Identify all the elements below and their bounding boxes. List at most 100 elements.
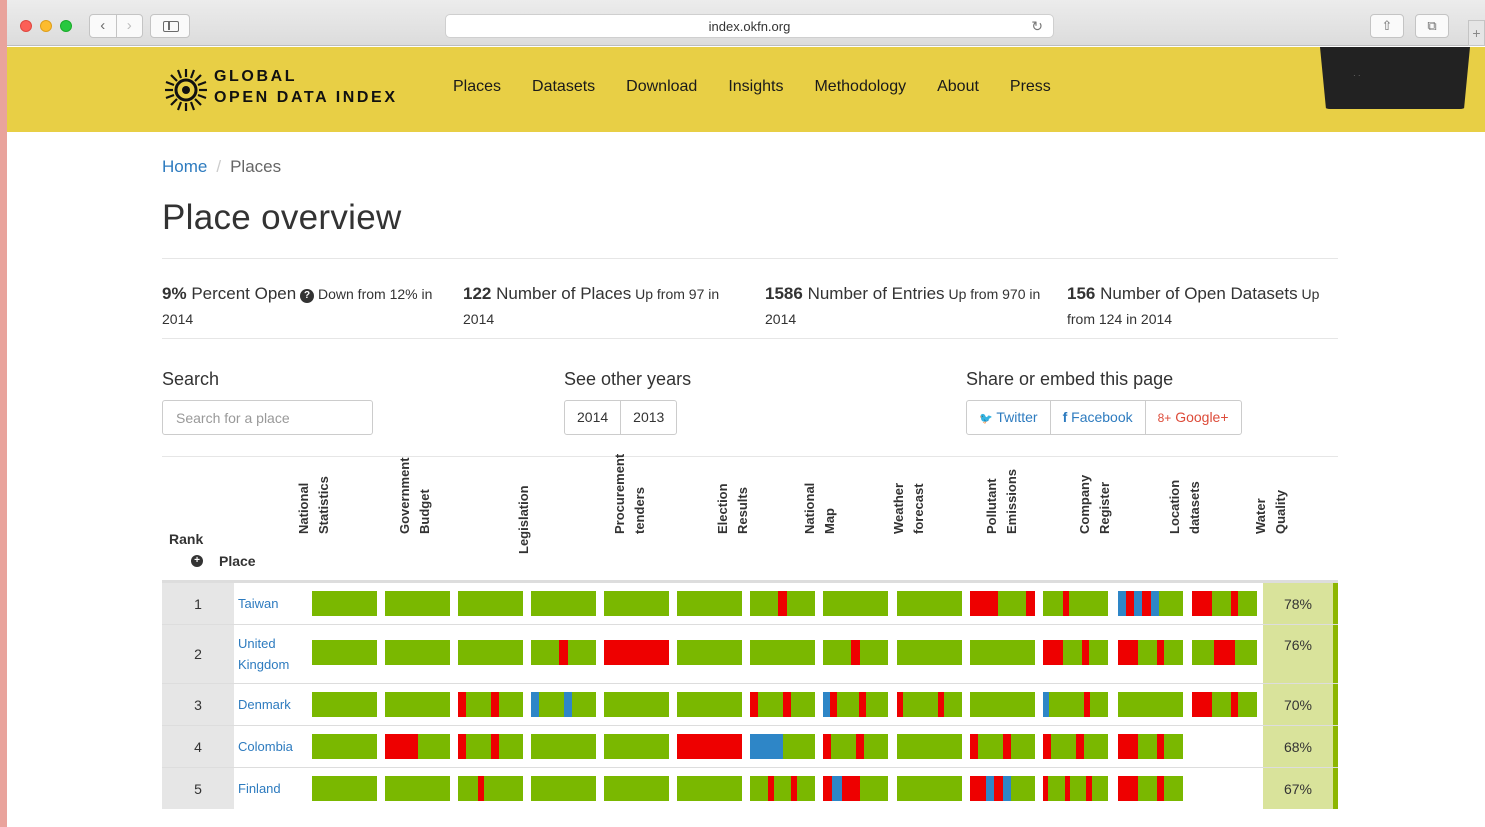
rank-column-header[interactable]: Rank xyxy=(169,531,203,547)
dataset-score-cell[interactable] xyxy=(458,692,523,717)
column-header-2[interactable]: Government Budget xyxy=(395,457,432,574)
place-link[interactable]: Taiwan xyxy=(238,593,308,614)
dataset-score-cell[interactable] xyxy=(750,640,815,665)
place-link[interactable]: Finland xyxy=(238,778,308,799)
sort-icon[interactable]: + xyxy=(191,555,203,567)
nav-about[interactable]: About xyxy=(937,78,979,96)
column-header-8[interactable]: Pollutant Emissions xyxy=(982,469,1019,574)
minimize-window-icon[interactable] xyxy=(40,20,52,32)
dataset-score-cell[interactable] xyxy=(1118,591,1183,616)
dataset-score-cell[interactable] xyxy=(897,640,962,665)
dataset-score-cell[interactable] xyxy=(677,591,742,616)
share-icon[interactable]: ⇧ xyxy=(1370,14,1404,38)
dataset-score-cell[interactable] xyxy=(312,692,377,717)
dataset-score-cell[interactable] xyxy=(823,776,888,801)
table-row[interactable]: 1 Taiwan 78% xyxy=(162,582,1338,624)
forward-icon[interactable]: › xyxy=(115,15,143,37)
year-2013-button[interactable]: 2013 xyxy=(620,401,676,434)
dataset-score-cell[interactable] xyxy=(458,776,523,801)
zoom-window-icon[interactable] xyxy=(60,20,72,32)
dataset-score-cell[interactable] xyxy=(1118,692,1183,717)
dataset-score-cell[interactable] xyxy=(1118,640,1183,665)
nav-download[interactable]: Download xyxy=(626,78,697,96)
nav-press[interactable]: Press xyxy=(1010,78,1051,96)
header-dark-banner[interactable]: · · xyxy=(1320,47,1470,109)
dataset-score-cell[interactable] xyxy=(604,692,669,717)
dataset-score-cell[interactable] xyxy=(677,692,742,717)
dataset-score-cell[interactable] xyxy=(897,692,963,717)
dataset-score-cell[interactable] xyxy=(385,692,450,717)
dataset-score-cell[interactable] xyxy=(750,776,816,801)
place-link[interactable]: Denmark xyxy=(238,694,308,715)
column-header-10[interactable]: Location datasets xyxy=(1165,480,1202,574)
column-header-5[interactable]: Election Results xyxy=(713,483,750,574)
column-header-11[interactable]: Water Quality xyxy=(1251,490,1288,574)
reload-icon[interactable]: ↻ xyxy=(1031,15,1043,38)
dataset-score-cell[interactable] xyxy=(604,734,669,759)
dataset-score-cell[interactable] xyxy=(823,734,888,759)
dataset-score-cell[interactable] xyxy=(312,734,377,759)
dataset-score-cell[interactable] xyxy=(1043,734,1108,759)
dataset-score-cell[interactable] xyxy=(458,640,523,665)
twitter-button[interactable]: 🐦 Twitter xyxy=(967,401,1050,434)
dataset-score-cell[interactable] xyxy=(604,591,669,616)
dataset-score-cell[interactable] xyxy=(531,692,596,717)
dataset-score-cell[interactable] xyxy=(750,734,815,759)
table-row[interactable]: 2 United Kingdom 76% xyxy=(162,624,1338,683)
column-header-3[interactable]: Legislation xyxy=(514,485,534,574)
place-link[interactable]: Colombia xyxy=(238,736,308,757)
column-header-1[interactable]: National Statistics xyxy=(294,476,331,574)
close-window-icon[interactable] xyxy=(20,20,32,32)
dataset-score-cell[interactable] xyxy=(1192,692,1257,717)
dataset-score-cell[interactable] xyxy=(750,591,815,616)
dataset-score-cell[interactable] xyxy=(970,640,1035,665)
dataset-score-cell[interactable] xyxy=(823,640,888,665)
dataset-score-cell[interactable] xyxy=(823,692,888,717)
dataset-score-cell[interactable] xyxy=(970,734,1035,759)
dataset-score-cell[interactable] xyxy=(604,640,669,665)
google-plus-button[interactable]: 8+ Google+ xyxy=(1144,401,1241,434)
help-icon[interactable]: ? xyxy=(300,289,315,303)
dataset-score-cell[interactable] xyxy=(531,640,596,665)
nav-insights[interactable]: Insights xyxy=(728,78,783,96)
dataset-score-cell[interactable] xyxy=(1043,776,1109,801)
nav-methodology[interactable]: Methodology xyxy=(814,78,906,96)
dataset-score-cell[interactable] xyxy=(385,640,450,665)
dataset-score-cell[interactable] xyxy=(1043,640,1108,665)
dataset-score-cell[interactable] xyxy=(750,692,815,717)
dataset-score-cell[interactable] xyxy=(897,591,962,616)
dataset-score-cell[interactable] xyxy=(677,776,742,801)
sidebar-toggle-button[interactable] xyxy=(150,14,190,38)
breadcrumb-home[interactable]: Home xyxy=(162,157,207,176)
new-tab-icon[interactable]: + xyxy=(1468,20,1485,46)
dataset-score-cell[interactable] xyxy=(458,734,523,759)
column-header-6[interactable]: National Map xyxy=(800,483,837,574)
dataset-score-cell[interactable] xyxy=(385,591,450,616)
dataset-score-cell[interactable] xyxy=(1043,591,1108,616)
column-header-4[interactable]: Procurement tenders xyxy=(610,454,647,574)
column-header-9[interactable]: Company Register xyxy=(1075,475,1112,574)
dataset-score-cell[interactable] xyxy=(970,692,1035,717)
nav-datasets[interactable]: Datasets xyxy=(532,78,595,96)
column-header-7[interactable]: Weather forecast xyxy=(889,483,926,574)
dataset-score-cell[interactable] xyxy=(1118,734,1183,759)
address-bar[interactable]: index.okfn.org ↻ xyxy=(445,14,1054,38)
dataset-score-cell[interactable] xyxy=(970,591,1035,616)
dataset-score-cell[interactable] xyxy=(677,640,742,665)
facebook-button[interactable]: f Facebook xyxy=(1049,401,1145,434)
dataset-score-cell[interactable] xyxy=(531,591,596,616)
table-row[interactable]: 3 Denmark 70% xyxy=(162,683,1338,725)
place-link[interactable]: United Kingdom xyxy=(238,633,308,675)
dataset-score-cell[interactable] xyxy=(970,776,1035,801)
dataset-score-cell[interactable] xyxy=(531,776,596,801)
table-row[interactable]: 4 Colombia 68% xyxy=(162,725,1338,767)
dataset-score-cell[interactable] xyxy=(604,776,669,801)
dataset-score-cell[interactable] xyxy=(312,640,377,665)
dataset-score-cell[interactable] xyxy=(897,776,962,801)
nav-places[interactable]: Places xyxy=(453,78,501,96)
search-input[interactable] xyxy=(162,400,373,435)
dataset-score-cell[interactable] xyxy=(823,591,888,616)
dataset-score-cell[interactable] xyxy=(312,776,377,801)
tabs-icon[interactable]: ⧉ xyxy=(1415,14,1449,38)
dataset-score-cell[interactable] xyxy=(1043,692,1109,717)
